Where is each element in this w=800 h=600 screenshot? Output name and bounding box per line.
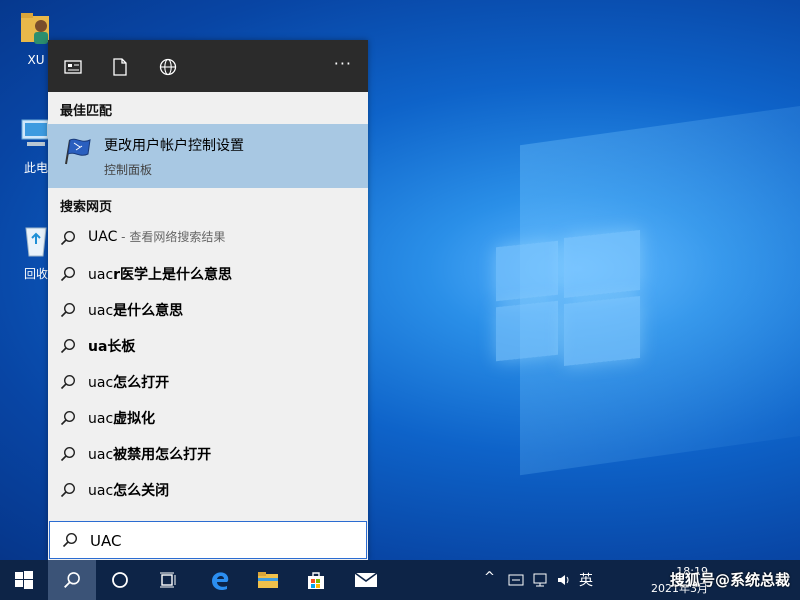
file-explorer-icon [258,572,278,588]
web-result-prefix: uac [88,375,114,391]
web-result-prefix: ua [88,339,108,355]
file-explorer-button[interactable] [244,560,292,600]
search-icon [60,374,76,390]
web-result-prefix: uac [88,267,114,283]
uac-flag-icon [65,138,91,165]
edge-button[interactable] [196,560,244,600]
taskbar-search-button[interactable] [48,560,96,600]
ime-indicator[interactable]: 英 [579,570,593,590]
best-match-title: 更改用户帐户控制设置 [104,138,244,154]
best-match-header: 最佳匹配 [60,104,113,119]
search-icon [60,266,76,282]
web-result[interactable]: ua长板 [48,328,368,364]
more-options-button[interactable]: ··· [334,54,352,73]
search-panel: ··· 最佳匹配 更改用户帐户控制设置 控制面板 搜索网页 UAC - 查看网络… [48,40,368,560]
task-view-button[interactable] [144,560,192,600]
best-match-subtitle: 控制面板 [104,163,153,177]
search-icon [60,446,76,462]
web-result[interactable]: uac被禁用怎么打开 [48,436,368,472]
search-icon [64,572,80,588]
web-result-suggestion: 虚拟化 [113,411,156,427]
store-icon [308,572,324,589]
mail-icon [354,572,378,587]
windows-logo-wallpaper [496,230,642,372]
web-result-suggestion: 怎么关闭 [113,483,170,499]
search-icon [60,338,76,354]
search-input[interactable] [88,528,352,554]
web-result-suggestion: 长板 [107,339,136,355]
web-result-prefix: uac [88,411,114,427]
web-result-hint: - 查看网络搜索结果 [117,230,226,244]
task-view-icon [160,572,176,588]
web-result[interactable]: uac是什么意思 [48,292,368,328]
search-icon [60,410,76,426]
watermark: 搜狐号@系统总裁 [669,571,790,589]
web-result[interactable]: uacr医学上是什么意思 [48,256,368,292]
web-result-suggestion: r医学上是什么意思 [113,267,233,283]
web-result[interactable]: uac怎么关闭 [48,472,368,508]
document-icon[interactable] [109,56,131,78]
apps-icon[interactable] [62,56,84,78]
edge-icon [212,572,229,591]
search-icon [60,482,76,498]
web-result-prefix: uac [88,303,114,319]
store-button[interactable] [292,560,340,600]
web-globe-icon[interactable] [157,56,179,78]
start-button[interactable] [0,560,48,600]
web-result[interactable]: UAC - 查看网络搜索结果 [48,220,368,256]
web-result-suggestion: 怎么打开 [113,375,170,391]
search-icon [60,230,76,246]
taskbar: ^ 英 18:19 2021年3月 搜狐号@系统总裁 [0,560,800,600]
search-icon [60,302,76,318]
search-icon [62,532,78,548]
web-result[interactable]: uac虚拟化 [48,400,368,436]
web-result-prefix: uac [88,447,114,463]
web-search-header: 搜索网页 [60,200,113,215]
network-icon[interactable] [532,572,548,588]
web-result[interactable]: uac怎么打开 [48,364,368,400]
search-box[interactable] [50,522,366,558]
cortana-button[interactable] [96,560,144,600]
web-result-query: UAC [88,229,118,245]
windows-start-icon [15,571,33,589]
volume-icon[interactable] [556,572,572,588]
web-result-prefix: uac [88,483,114,499]
mail-button[interactable] [342,560,390,600]
best-match-result[interactable]: 更改用户帐户控制设置 控制面板 [48,124,368,188]
cortana-icon [112,572,128,588]
tray-chevron[interactable]: ^ [484,570,495,585]
web-result-suggestion: 被禁用怎么打开 [113,447,212,463]
web-result-suggestion: 是什么意思 [113,303,184,319]
action-center-icon[interactable] [508,572,524,588]
search-panel-topbar: ··· [48,40,368,92]
